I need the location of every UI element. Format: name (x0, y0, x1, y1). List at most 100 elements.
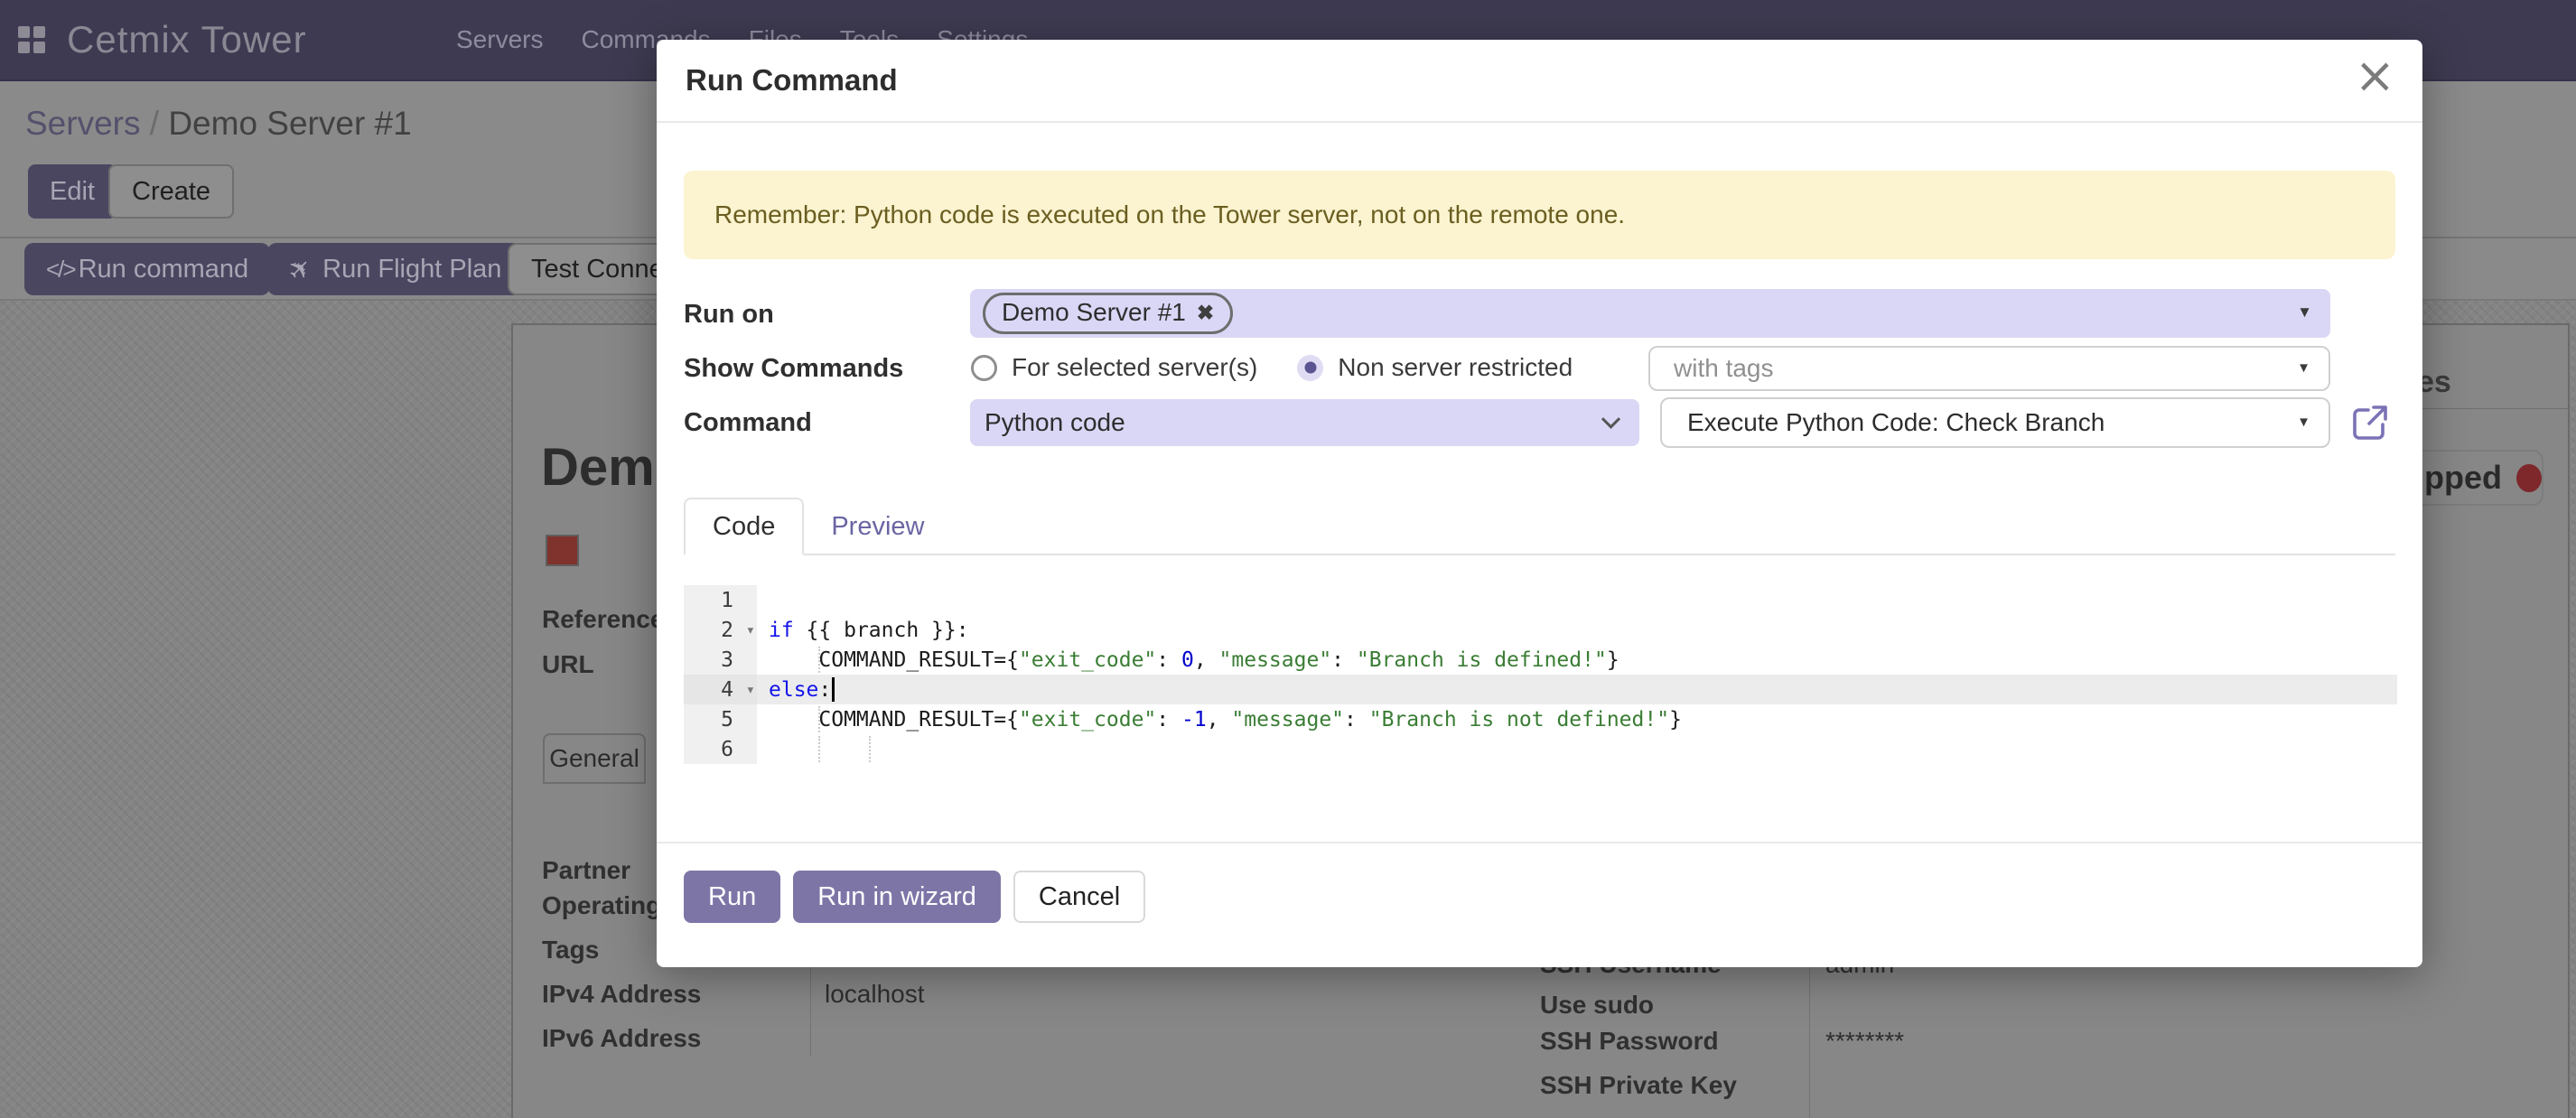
fold-arrow-icon[interactable]: ▾ (746, 621, 755, 639)
radio-selected-icon[interactable] (1297, 355, 1323, 381)
code-token: COMMAND_RESULT={ (769, 648, 1019, 672)
code-token: , (1207, 708, 1232, 731)
with-tags-placeholder: with tags (1674, 354, 1774, 383)
gutter-cell[interactable]: 3 (684, 645, 757, 675)
create-button[interactable]: Create (108, 164, 234, 219)
code-token: - (1181, 708, 1194, 731)
code-line[interactable]: 3 COMMAND_RESULT={"exit_code": 0, "messa… (684, 645, 2397, 675)
code-line-content[interactable]: else: (757, 675, 2397, 704)
radio-option[interactable]: Non server restricted (1297, 353, 1573, 382)
modal-footer: Run Run in wizard Cancel (684, 871, 1145, 923)
breadcrumb-parent[interactable]: Servers (25, 105, 140, 142)
info-label: Partner (542, 856, 630, 885)
code-token: 1 (1194, 708, 1207, 731)
gutter-cell[interactable]: 4▾ (684, 675, 757, 704)
code-token: "Branch is not defined!" (1369, 708, 1669, 731)
line-number: 3 (721, 648, 757, 672)
code-line[interactable]: 1 (684, 585, 2397, 615)
code-line-content[interactable]: COMMAND_RESULT={"exit_code": 0, "message… (757, 645, 2397, 675)
breadcrumb: Servers / Demo Server #1 (25, 105, 412, 143)
external-link-icon[interactable] (2348, 401, 2392, 444)
text-cursor (832, 677, 835, 702)
nav-item-servers[interactable]: Servers (456, 25, 543, 54)
run-command-modal: Run Command × Remember: Python code is e… (657, 40, 2422, 967)
info-label: Use sudo (1540, 991, 1654, 1020)
code-token: "message" (1219, 648, 1332, 672)
remove-tag-icon[interactable]: ✖ (1197, 301, 1214, 325)
code-token: : (1156, 648, 1181, 672)
gutter-cell[interactable]: 2▾ (684, 615, 757, 645)
command-select[interactable]: Execute Python Code: Check Branch ▼ (1660, 397, 2330, 448)
info-label: Operating (542, 891, 661, 920)
fold-arrow-icon[interactable]: ▾ (746, 681, 755, 699)
chevron-down-icon: ▼ (2297, 415, 2310, 430)
code-token: } (1607, 648, 1619, 672)
code-token: {{ branch }}: (794, 619, 969, 642)
plane-icon: ✈ (281, 250, 320, 289)
info-label: IPv4 Address (542, 980, 701, 1009)
code-editor[interactable]: 12▾if {{ branch }}:3 COMMAND_RESULT={"ex… (684, 585, 2397, 764)
command-type-select[interactable]: Python code (970, 399, 1639, 446)
code-token: : (1331, 648, 1357, 672)
code-line-content[interactable]: COMMAND_RESULT={"exit_code": -1, "messag… (757, 704, 2397, 734)
tab-code[interactable]: Code (684, 498, 804, 555)
info-value: ******** (1825, 1027, 1904, 1056)
run-button[interactable]: Run (684, 871, 780, 923)
run-in-wizard-button[interactable]: Run in wizard (793, 871, 1001, 923)
with-tags-select[interactable]: with tags ▼ (1648, 346, 2330, 391)
code-token: COMMAND_RESULT={ (769, 708, 1019, 731)
command-type-value: Python code (985, 408, 1125, 437)
tab-preview[interactable]: Preview (804, 498, 951, 555)
code-line-content[interactable] (757, 734, 2397, 764)
breadcrumb-current: Demo Server #1 (168, 105, 411, 142)
code-line[interactable]: 2▾if {{ branch }}: (684, 615, 2397, 645)
run-on-field[interactable]: Demo Server #1 ✖ ▼ (970, 289, 2330, 338)
gutter-cell[interactable]: 5 (684, 704, 757, 734)
info-label: IPv6 Address (542, 1024, 701, 1053)
line-number: 1 (721, 589, 757, 612)
run-flight-plan-label: Run Flight Plan (322, 255, 501, 284)
info-label: Tags (542, 936, 599, 964)
run-command-button[interactable]: </> Run command (24, 243, 270, 295)
show-commands-options: For selected server(s) Non server restric… (971, 348, 1573, 387)
status-dot-icon (2516, 464, 2542, 492)
column-divider (1809, 957, 1810, 1118)
info-label: SSH Password (1540, 1027, 1719, 1056)
screen: Cetmix Tower ServersCommandsFilesToolsSe… (0, 0, 2576, 1118)
code-token: : (1344, 708, 1369, 731)
server-tag-chip[interactable]: Demo Server #1 ✖ (983, 293, 1233, 334)
url-label: URL (542, 650, 594, 679)
code-token: "message" (1231, 708, 1344, 731)
code-line[interactable]: 4▾else: (684, 675, 2397, 704)
indent-guide (869, 736, 871, 762)
gutter-cell[interactable]: 1 (684, 585, 757, 615)
code-line[interactable]: 5 COMMAND_RESULT={"exit_code": -1, "mess… (684, 704, 2397, 734)
code-token: "exit_code" (1019, 648, 1156, 672)
brand-title[interactable]: Cetmix Tower (67, 18, 307, 61)
reference-label: Reference (542, 605, 664, 634)
radio-option[interactable]: For selected server(s) (971, 353, 1257, 382)
chevron-down-icon: ▼ (2297, 360, 2310, 376)
indent-guide (818, 647, 820, 673)
code-token: "exit_code" (1019, 708, 1156, 731)
code-token: else (769, 678, 818, 702)
color-swatch[interactable] (546, 535, 579, 566)
code-line-content[interactable] (757, 585, 2397, 615)
run-flight-plan-button[interactable]: ✈ Run Flight Plan (267, 243, 523, 295)
chevron-down-icon[interactable]: ▼ (2297, 303, 2312, 321)
command-label: Command (684, 408, 812, 438)
code-line-content[interactable]: if {{ branch }}: (757, 615, 2397, 645)
code-icon: </> (46, 256, 75, 284)
edit-button[interactable]: Edit (28, 164, 117, 219)
chevron-down-icon (1601, 410, 1620, 429)
code-line[interactable]: 6 (684, 734, 2397, 764)
command-value: Execute Python Code: Check Branch (1687, 408, 2105, 437)
gutter-cell[interactable]: 6 (684, 734, 757, 764)
indent-guide (818, 736, 820, 762)
status-label: pped (2424, 459, 2502, 497)
apps-grid-icon[interactable] (18, 26, 45, 53)
tab-general[interactable]: General (543, 733, 646, 784)
close-icon[interactable]: × (2355, 47, 2395, 104)
cancel-button[interactable]: Cancel (1013, 871, 1145, 923)
radio-unselected-icon[interactable] (971, 355, 997, 381)
